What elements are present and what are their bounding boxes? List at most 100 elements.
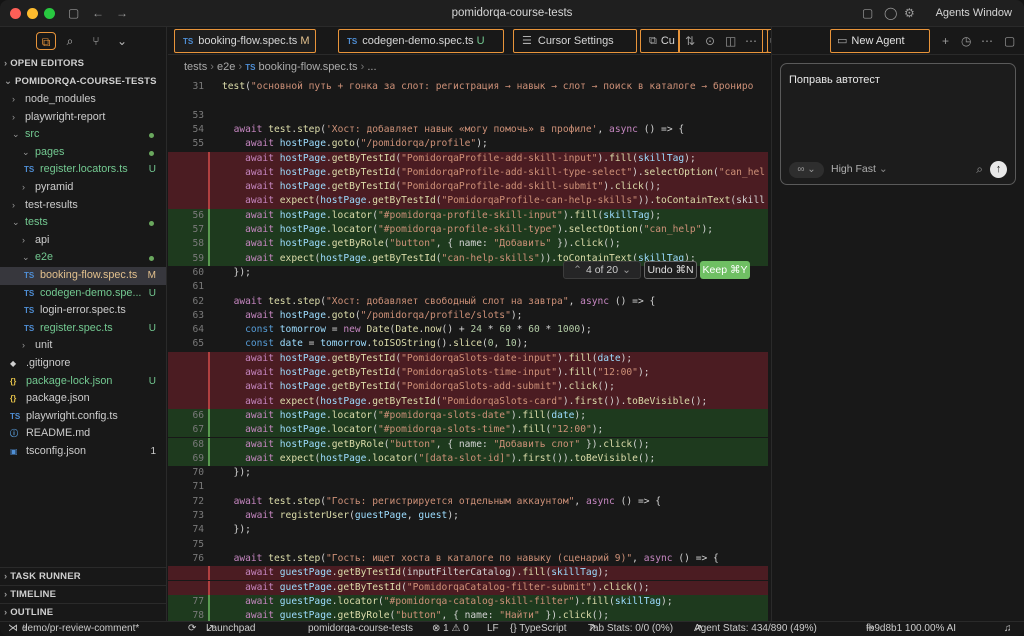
compare-icon[interactable]: ⇅ <box>685 34 695 48</box>
tree-item-register-spec[interactable]: TS register.spec.ts U <box>0 320 166 338</box>
source-control-icon[interactable]: ⑂ <box>86 32 106 50</box>
tree-item-test-results[interactable]: › test-results <box>0 197 166 215</box>
keep-button[interactable]: Keep ⌘Y <box>700 261 750 279</box>
code-line[interactable]: 75 <box>168 538 768 552</box>
problems-status[interactable]: ⊗ 1 ⚠ 0 <box>432 622 469 636</box>
removed-code-line[interactable]: await hostPage.getByTestId("PomidorqaSlo… <box>168 366 768 381</box>
model-selector[interactable]: High Fast ⌄ <box>831 163 888 175</box>
plus-icon[interactable]: + <box>942 34 949 48</box>
code-line[interactable]: 31 test("основной путь + гонка за слот: р… <box>168 80 768 94</box>
agent-prompt-input[interactable]: Поправь автотест <box>789 74 880 86</box>
tab-codegen-demo[interactable]: TS codegen-demo.spec.ts U <box>338 29 504 53</box>
account-icon[interactable]: ◯ <box>884 6 897 20</box>
breadcrumb-item[interactable]: booking-flow.spec.ts <box>258 61 357 73</box>
undo-button[interactable]: Undo ⌘N <box>644 261 697 279</box>
tree-item-booking-flow[interactable]: TS booking-flow.spec.ts M <box>0 266 166 285</box>
project-status[interactable]: pomidorqa-course-tests <box>308 622 413 636</box>
gear-icon[interactable]: ⚙ <box>904 6 915 20</box>
added-code-line[interactable]: 77 await guestPage.locator("#pomidorqa-c… <box>168 594 768 610</box>
code-line[interactable]: 64 const tomorrow = new Date(Date.now() … <box>168 323 768 337</box>
code-line[interactable]: 55 await hostPage.goto("/pomidorqa/profi… <box>168 137 768 151</box>
task-runner-section[interactable]: › TASK RUNNER <box>0 567 166 585</box>
toggle-panel-icon[interactable]: ▢ <box>1004 34 1015 48</box>
eol-status[interactable]: LF <box>487 622 499 636</box>
tree-item-unit[interactable]: › unit <box>0 337 166 355</box>
breadcrumb-item[interactable]: tests <box>184 61 207 73</box>
code-line[interactable]: 73 await registerUser(guestPage, guest); <box>168 509 768 523</box>
code-line[interactable]: 62 await test.step("Хост: добавляет своб… <box>168 295 768 309</box>
code-line[interactable]: 63 await hostPage.goto("/pomidorqa/profi… <box>168 309 768 323</box>
code-line[interactable]: 65 const date = tomorrow.toISOString().s… <box>168 337 768 351</box>
tree-item-readme[interactable]: ⓘ README.md <box>0 425 166 443</box>
chevron-up-icon[interactable]: ⌃ <box>573 264 582 276</box>
removed-code-line[interactable]: await hostPage.getByTestId("PomidorqaPro… <box>168 165 768 181</box>
open-editors-section[interactable]: › OPEN EDITORS <box>0 55 166 73</box>
code-line[interactable]: 72 await test.step("Гость: регистрируетс… <box>168 495 768 509</box>
split-editor-icon[interactable]: ◫ <box>725 34 736 48</box>
removed-code-line[interactable]: await hostPage.getByTestId("PomidorqaSlo… <box>168 380 768 395</box>
more-icon[interactable]: ⋯ <box>745 34 757 48</box>
tree-item-register-locators[interactable]: TS register.locators.ts U <box>0 161 166 179</box>
code-line[interactable]: 54 await test.step('Хост: добавляет навы… <box>168 123 768 137</box>
tab-cursor-settings[interactable]: ☰ Cursor Settings <box>513 29 637 53</box>
tree-item-tsconfig[interactable]: ▣ tsconfig.json 1 <box>0 443 166 461</box>
code-line[interactable]: 61 <box>168 280 768 294</box>
timeline-section[interactable]: › TIMELINE <box>0 585 166 603</box>
added-code-line[interactable]: 66 await hostPage.locator("#pomidorqa-sl… <box>168 408 768 424</box>
removed-code-line[interactable]: await hostPage.getByTestId("PomidorqaSlo… <box>168 351 768 367</box>
tree-item-e2e[interactable]: ⌄ e2e <box>0 249 166 267</box>
code-line[interactable]: 74 }); <box>168 523 768 537</box>
breadcrumb-item[interactable]: e2e <box>217 61 235 73</box>
agent-composer[interactable]: Поправь автотест ∞ ⌄ High Fast ⌄ ⌕ ↑ <box>780 63 1016 185</box>
chevron-down-icon[interactable]: ⌄ <box>112 32 132 50</box>
tab-new-agent[interactable]: ▭ New Agent <box>830 29 930 53</box>
added-code-line[interactable]: 67 await hostPage.locator("#pomidorqa-sl… <box>168 423 768 438</box>
code-line[interactable]: 53 <box>168 109 768 123</box>
added-code-line[interactable]: 68 await hostPage.getByRole("button", { … <box>168 437 768 453</box>
tree-item-playwright-config[interactable]: TS playwright.config.ts <box>0 408 166 426</box>
sync-icon[interactable]: ⟳ <box>188 622 196 636</box>
search-icon[interactable]: ⌕ <box>60 32 80 50</box>
tree-item-pyramid[interactable]: › pyramid <box>0 179 166 197</box>
added-code-line[interactable]: 57 await hostPage.locator("#pomidorqa-pr… <box>168 223 768 238</box>
removed-code-line[interactable]: await expect(hostPage.getByTestId("Pomid… <box>168 194 768 209</box>
diff-navigator[interactable]: ⌃ 4 of 20 ⌄ <box>563 261 641 279</box>
tree-item-codegen-demo[interactable]: TS codegen-demo.spe... U <box>0 285 166 303</box>
more-icon[interactable]: ⋯ <box>981 34 993 48</box>
agents-window-button[interactable]: Agents Window <box>936 7 1012 19</box>
tree-item-pages[interactable]: ⌄ pages <box>0 144 166 162</box>
added-code-line[interactable]: 69 await expect(hostPage.locator("[data-… <box>168 451 768 467</box>
tree-item-api[interactable]: › api <box>0 232 166 250</box>
removed-code-line[interactable]: await guestPage.getByTestId("PomidorqaCa… <box>168 580 768 596</box>
send-button[interactable]: ↑ <box>990 161 1007 178</box>
added-code-line[interactable]: 78 await guestPage.getByRole("button", {… <box>168 609 768 621</box>
tree-item-tests[interactable]: ⌄ tests <box>0 214 166 232</box>
git-icon[interactable]: ⊙ <box>705 34 715 48</box>
added-code-line[interactable]: 58 await hostPage.getByRole("button", { … <box>168 237 768 252</box>
tree-item-package-json[interactable]: {} package.json <box>0 390 166 408</box>
breadcrumb-item[interactable]: ... <box>367 61 376 73</box>
explorer-icon[interactable]: ⧉ <box>36 32 56 50</box>
project-section[interactable]: ⌄ POMIDORQA-COURSE-TESTS <box>0 73 166 91</box>
tree-item-playwright-report[interactable]: › playwright-report <box>0 109 166 127</box>
history-icon[interactable]: ◷ <box>961 34 971 48</box>
attach-image-icon[interactable]: ⌕ <box>976 162 983 177</box>
removed-code-line[interactable]: await guestPage.getByTestId(inputFilterC… <box>168 566 768 581</box>
removed-code-line[interactable]: await expect(hostPage.getByTestId("Pomid… <box>168 394 768 410</box>
removed-code-line[interactable]: await hostPage.getByTestId("PomidorqaPro… <box>168 151 768 167</box>
notifications-icon[interactable]: ♫ <box>1004 622 1012 636</box>
code-line[interactable] <box>168 94 768 108</box>
removed-code-line[interactable]: await hostPage.getByTestId("PomidorqaPro… <box>168 180 768 195</box>
code-line[interactable]: 71 <box>168 480 768 494</box>
tab-cu[interactable]: ⧉ Cu <box>640 29 680 53</box>
layout-icon[interactable]: ▢ <box>862 6 873 20</box>
tree-item-src[interactable]: ⌄ src <box>0 126 166 144</box>
tree-item-package-lock[interactable]: {} package-lock.json U <box>0 373 166 391</box>
agent-mode-selector[interactable]: ∞ ⌄ <box>789 162 824 178</box>
tree-item-node-modules[interactable]: › node_modules <box>0 91 166 109</box>
code-line[interactable]: 76 await test.step("Гость: ищет хоста в … <box>168 552 768 566</box>
outline-section[interactable]: › OUTLINE <box>0 603 166 621</box>
tree-item-login-error[interactable]: TS login-error.spec.ts <box>0 302 166 320</box>
chevron-down-icon[interactable]: ⌄ <box>622 264 631 276</box>
tree-item-gitignore[interactable]: ◆ .gitignore <box>0 355 166 373</box>
